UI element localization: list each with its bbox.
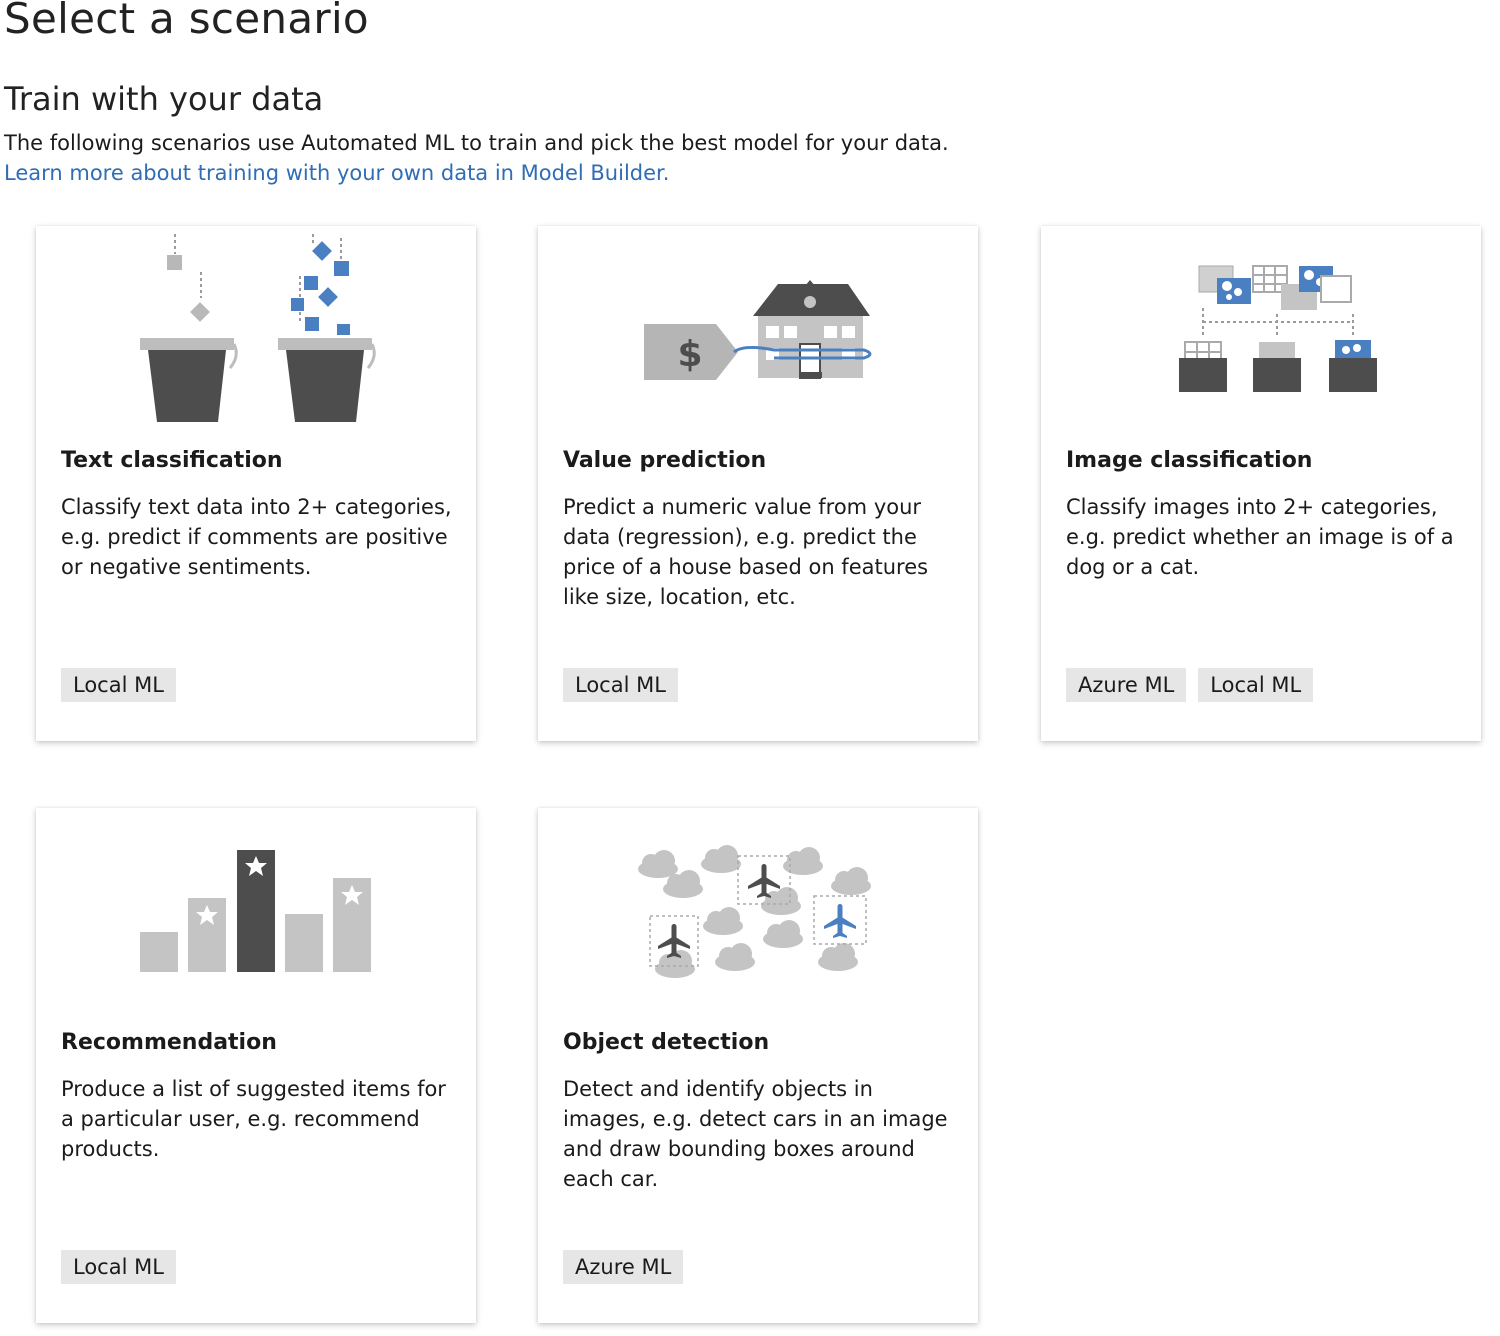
scenario-card-value-prediction[interactable]: $ Value prediction Predict a numeric val… xyxy=(538,226,978,741)
card-description: Classify images into 2+ categories, e.g.… xyxy=(1066,495,1454,579)
buckets-icon xyxy=(140,234,376,422)
image-folders-icon xyxy=(1179,265,1377,392)
card-title: Text classification xyxy=(61,448,283,473)
dollar-sign: $ xyxy=(677,334,702,375)
scenario-card-image-classification[interactable]: Image classification Classify images int… xyxy=(1041,226,1481,741)
tag-list: Local ML xyxy=(61,668,176,702)
house-price-tag-icon: $ xyxy=(644,280,872,380)
tag-list: Local ML xyxy=(61,1250,176,1284)
scenario-card-recommendation[interactable]: Recommendation Produce a list of suggest… xyxy=(36,808,476,1323)
scenario-card-text-classification[interactable]: Text classification Classify text data i… xyxy=(36,226,476,741)
scenario-card-object-detection[interactable]: Object detection Detect and identify obj… xyxy=(538,808,978,1323)
card-title: Value prediction xyxy=(563,448,767,473)
planes-clouds-icon xyxy=(638,845,871,978)
tag-local-ml: Local ML xyxy=(1198,668,1314,702)
section-title: Train with your data xyxy=(4,80,324,118)
card-title: Image classification xyxy=(1066,448,1313,473)
page-title: Select a scenario xyxy=(4,0,369,43)
tag-azure-ml: Azure ML xyxy=(563,1250,684,1284)
tag-list: Azure ML xyxy=(563,1250,684,1284)
tag-local-ml: Local ML xyxy=(61,668,176,702)
ranked-bars-icon xyxy=(140,850,371,972)
intro-text: The following scenarios use Automated ML… xyxy=(4,131,949,155)
tag-local-ml: Local ML xyxy=(61,1250,176,1284)
tag-list: Local ML xyxy=(563,668,678,702)
tag-azure-ml: Azure ML xyxy=(1066,668,1187,702)
card-description: Detect and identify objects in images, e… xyxy=(563,1077,948,1191)
learn-more-link[interactable]: Learn more about training with your own … xyxy=(4,161,669,185)
card-description: Classify text data into 2+ categories, e… xyxy=(61,495,452,579)
tag-local-ml: Local ML xyxy=(563,668,678,702)
card-description: Produce a list of suggested items for a … xyxy=(61,1077,446,1161)
card-description: Predict a numeric value from your data (… xyxy=(563,495,929,609)
tag-list: Azure ML Local ML xyxy=(1066,668,1314,702)
card-title: Object detection xyxy=(563,1030,770,1055)
card-title: Recommendation xyxy=(61,1030,277,1055)
